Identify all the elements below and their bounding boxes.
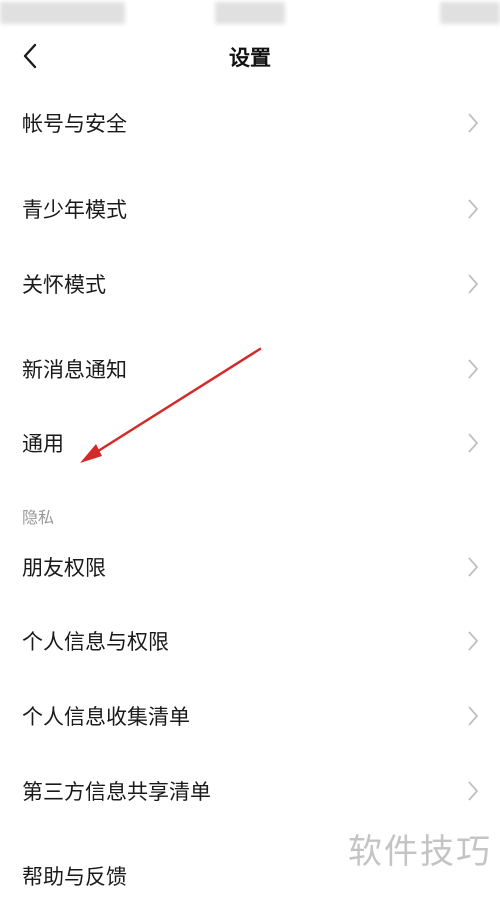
status-bar [0, 0, 500, 26]
chevron-right-icon [468, 706, 479, 726]
settings-item-label: 个人信息收集清单 [22, 705, 190, 729]
settings-item-label: 青少年模式 [22, 198, 127, 222]
chevron-right-icon [468, 113, 479, 133]
section-header-privacy: 隐私 [22, 508, 55, 527]
settings-item-friend-permissions[interactable]: 朋友权限 [0, 530, 500, 604]
settings-item-personal-info-collection[interactable]: 个人信息收集清单 [0, 679, 500, 753]
settings-item-personal-info-permissions[interactable]: 个人信息与权限 [0, 604, 500, 678]
settings-item-label: 新消息通知 [22, 358, 127, 382]
watermark-text: 软件技巧 [348, 832, 492, 872]
settings-item-label: 通用 [22, 432, 64, 456]
settings-item-care-mode[interactable]: 关怀模式 [0, 247, 500, 321]
settings-item-label: 第三方信息共享清单 [22, 780, 211, 804]
chevron-right-icon [468, 199, 479, 219]
status-bar-blurred-center [215, 2, 285, 24]
settings-item-account-security[interactable]: 帐号与安全 [0, 86, 500, 160]
settings-item-teen-mode[interactable]: 青少年模式 [0, 172, 500, 246]
chevron-right-icon [468, 557, 479, 577]
chevron-right-icon [468, 359, 479, 379]
status-bar-blurred-left [0, 2, 125, 24]
settings-item-notifications[interactable]: 新消息通知 [0, 332, 500, 406]
settings-item-general[interactable]: 通用 [0, 406, 500, 480]
chevron-right-icon [468, 433, 479, 453]
chevron-right-icon [468, 274, 479, 294]
chevron-right-icon [468, 781, 479, 801]
settings-item-label: 帮助与反馈 [22, 865, 127, 889]
nav-bar: 设置 [0, 26, 500, 86]
settings-item-label: 朋友权限 [22, 556, 106, 580]
settings-item-label: 关怀模式 [22, 273, 106, 297]
settings-item-label: 个人信息与权限 [22, 630, 169, 654]
chevron-right-icon [468, 631, 479, 651]
settings-item-label: 帐号与安全 [22, 112, 127, 136]
page-title: 设置 [229, 46, 271, 70]
settings-item-third-party-sharing[interactable]: 第三方信息共享清单 [0, 754, 500, 828]
status-bar-blurred-right [440, 2, 500, 24]
